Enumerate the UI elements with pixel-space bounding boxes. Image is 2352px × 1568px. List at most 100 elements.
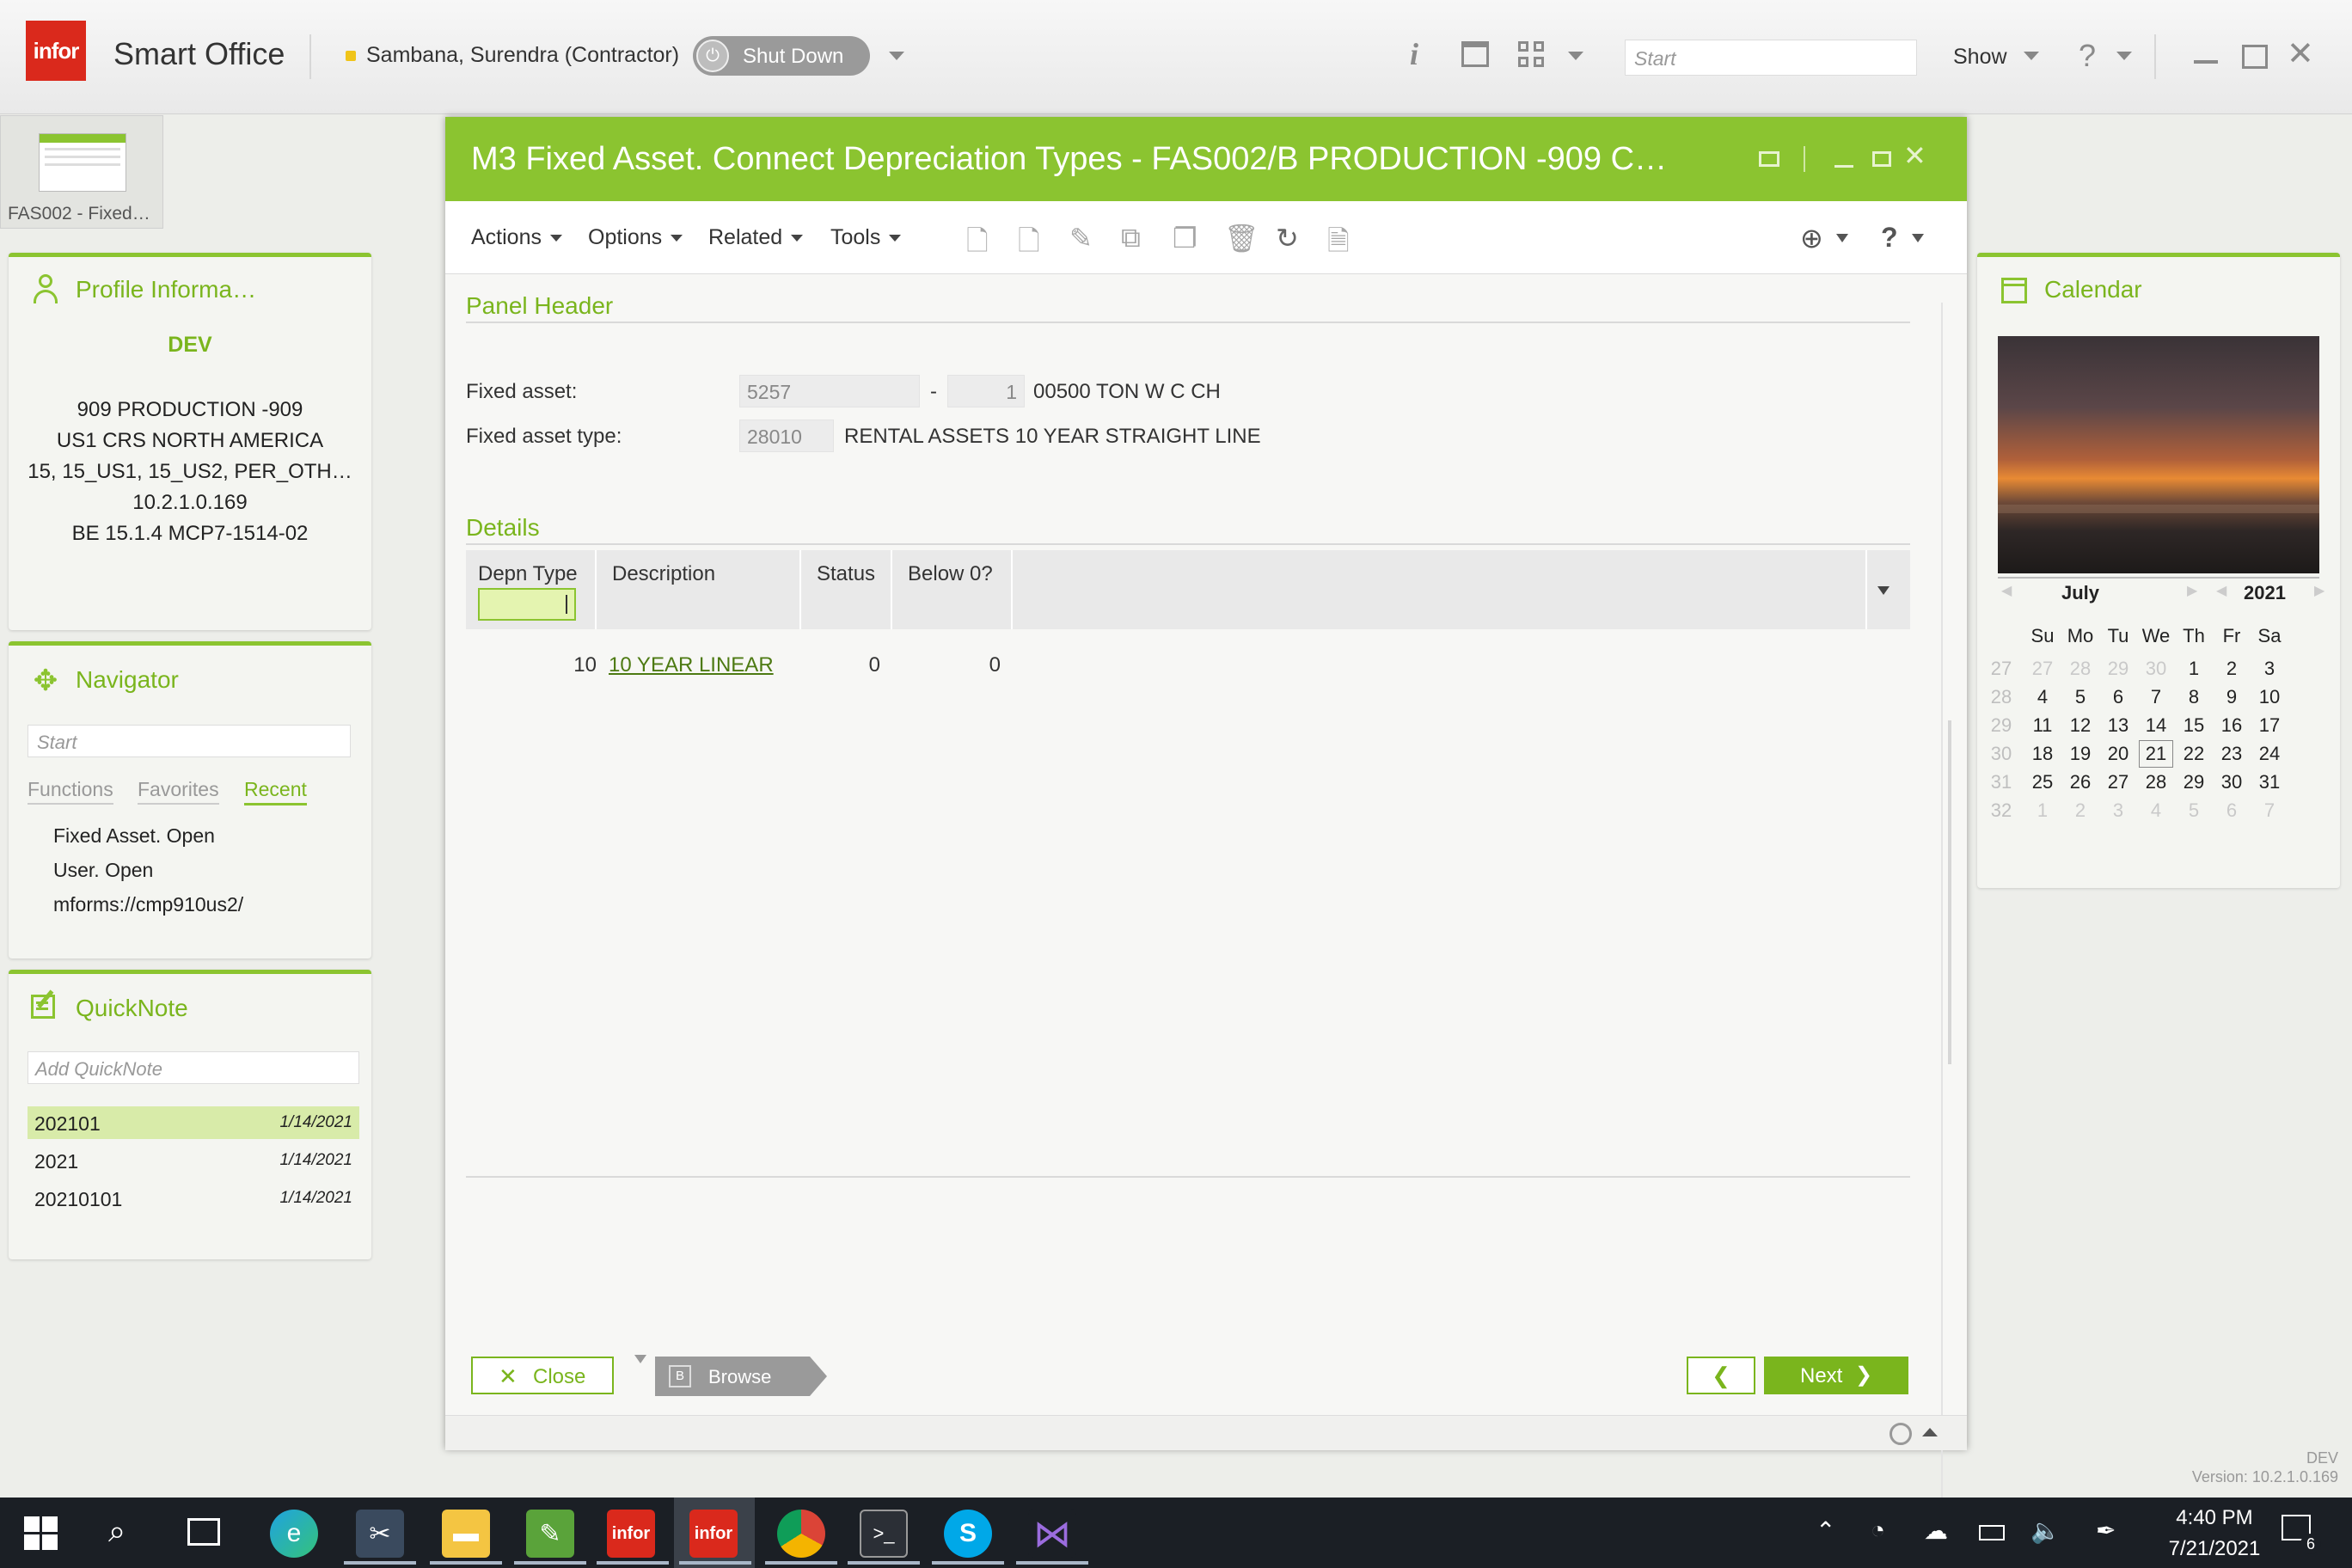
shutdown-button[interactable]: ⏻ Shut Down <box>693 36 870 76</box>
edge-browser-icon[interactable]: e <box>270 1510 318 1558</box>
close-icon[interactable]: ✕ <box>2287 34 2314 73</box>
calendar-day[interactable]: 15 <box>2177 714 2211 737</box>
calendar-day[interactable]: 19 <box>2063 743 2098 765</box>
year-label[interactable]: 2021 <box>2244 582 2286 604</box>
menu-tools[interactable]: Tools <box>830 225 902 250</box>
search-icon[interactable]: ⌕ <box>108 1513 126 1550</box>
calendar-day[interactable]: 4 <box>2025 686 2060 708</box>
open-window-tab[interactable]: FAS002 - Fixed… <box>0 115 163 229</box>
top-search-input[interactable]: Start <box>1625 40 1917 76</box>
calendar-day[interactable]: 20 <box>2101 743 2135 765</box>
calendar-day[interactable]: 28 <box>2063 658 2098 680</box>
battery-icon[interactable] <box>1979 1525 2005 1540</box>
calendar-day[interactable]: 23 <box>2214 743 2249 765</box>
calendar-day[interactable]: 29 <box>2101 658 2135 680</box>
calendar-day[interactable]: 29 <box>2177 771 2211 793</box>
popout-icon[interactable] <box>1759 151 1779 167</box>
quicknote-input[interactable]: Add QuickNote <box>28 1051 359 1084</box>
next-button[interactable]: Next ❯ <box>1764 1357 1908 1394</box>
column-chooser-icon[interactable] <box>1877 586 1890 595</box>
help-icon[interactable]: ? <box>1881 222 1898 254</box>
calendar-day[interactable]: 4 <box>2139 799 2173 822</box>
column-header-depn-type[interactable]: Depn Type <box>478 562 578 586</box>
history-icon[interactable] <box>1890 1423 1912 1445</box>
select-document-icon[interactable]: 🗋 <box>1018 222 1040 268</box>
shutdown-dropdown-icon[interactable] <box>889 52 904 60</box>
minimize-icon[interactable] <box>2194 60 2218 64</box>
list-item[interactable]: 20210101 1/14/2021 <box>28 1182 359 1215</box>
tab-recent[interactable]: Recent <box>244 778 307 805</box>
calendar-day[interactable]: 14 <box>2139 714 2173 737</box>
infor-app-icon[interactable]: infor <box>607 1510 655 1558</box>
calendar-day[interactable]: 5 <box>2177 799 2211 822</box>
prev-year-icon[interactable]: ◀ <box>2216 582 2226 599</box>
browse-panel-tab[interactable]: B Browse <box>655 1357 827 1396</box>
depn-type-filter-input[interactable] <box>478 588 576 621</box>
list-item[interactable]: 2021 1/14/2021 <box>28 1144 359 1177</box>
previous-button[interactable]: ❮ <box>1687 1357 1755 1394</box>
restore-icon[interactable] <box>2242 45 2268 69</box>
help-dropdown-icon[interactable] <box>1912 234 1924 242</box>
calendar-day[interactable]: 26 <box>2063 771 2098 793</box>
calendar-day[interactable]: 3 <box>2101 799 2135 822</box>
show-menu[interactable]: Show <box>1953 45 2007 70</box>
calendar-day[interactable]: 5 <box>2063 686 2098 708</box>
show-dropdown-icon[interactable] <box>2024 52 2039 60</box>
info-icon[interactable]: i <box>1410 36 1418 72</box>
calendar-day[interactable]: 10 <box>2252 686 2287 708</box>
cloud-icon[interactable]: ☁ <box>1924 1516 1948 1545</box>
calendar-day[interactable]: 16 <box>2214 714 2249 737</box>
calendar-day[interactable]: 25 <box>2025 771 2060 793</box>
calendar-day[interactable]: 2 <box>2063 799 2098 822</box>
menu-actions[interactable]: Actions <box>471 225 562 250</box>
month-label[interactable]: July <box>2061 582 2099 604</box>
task-view-icon[interactable] <box>187 1518 220 1546</box>
calendar-day[interactable]: 13 <box>2101 714 2135 737</box>
calendar-day[interactable]: 9 <box>2214 686 2249 708</box>
calendar-day[interactable]: 22 <box>2177 743 2211 765</box>
pen-icon[interactable]: ✒ <box>2096 1516 2116 1545</box>
scrollbar[interactable] <box>1948 720 1951 1064</box>
calendar-day-today[interactable]: 21 <box>2139 740 2173 768</box>
column-header-below-zero[interactable]: Below 0? <box>908 562 993 586</box>
calendar-day[interactable]: 2 <box>2214 658 2249 680</box>
chrome-icon[interactable] <box>777 1510 825 1558</box>
calendar-day[interactable]: 12 <box>2063 714 2098 737</box>
list-item[interactable]: mforms://cmp910us2/ <box>53 893 243 916</box>
edit-icon[interactable]: ✎ <box>1069 222 1093 254</box>
clock-date[interactable]: 7/21/2021 <box>2154 1537 2275 1561</box>
calendar-day[interactable]: 17 <box>2252 714 2287 737</box>
copy-icon[interactable]: ⧉ <box>1121 222 1141 254</box>
visual-studio-icon[interactable]: ⋈ <box>1028 1510 1076 1558</box>
close-button[interactable]: ✕ Close <box>471 1357 614 1394</box>
menu-related[interactable]: Related <box>708 225 804 250</box>
user-name[interactable]: Sambana, Surendra (Contractor) <box>366 43 679 68</box>
chevron-up-icon[interactable]: ⌃ <box>1816 1516 1835 1545</box>
calendar-day[interactable]: 6 <box>2214 799 2249 822</box>
calendar-day[interactable]: 28 <box>2139 771 2173 793</box>
volume-icon[interactable]: 🔈 <box>2030 1516 2061 1545</box>
list-item[interactable]: 202101 1/14/2021 <box>28 1106 359 1139</box>
minimize-icon[interactable] <box>1834 165 1853 168</box>
refresh-icon[interactable]: ↻ <box>1276 222 1299 254</box>
zoom-dropdown-icon[interactable] <box>1836 234 1848 242</box>
prev-month-icon[interactable]: ◀ <box>2001 582 2012 599</box>
maximize-icon[interactable] <box>1872 151 1891 167</box>
column-header-description[interactable]: Description <box>612 562 715 586</box>
calendar-day[interactable]: 27 <box>2101 771 2135 793</box>
clock-time[interactable]: 4:40 PM <box>2163 1506 2266 1530</box>
expand-up-icon[interactable] <box>1922 1428 1938 1436</box>
list-item[interactable]: User. Open <box>53 859 153 882</box>
notepad-icon[interactable]: ✎ <box>526 1510 574 1558</box>
column-header-status[interactable]: Status <box>817 562 875 586</box>
duplicate-icon[interactable]: ❐ <box>1173 222 1197 254</box>
file-explorer-icon[interactable]: ▬ <box>442 1510 490 1558</box>
delete-icon[interactable]: 🗑 <box>1224 222 1259 254</box>
next-year-icon[interactable]: ▶ <box>2314 582 2324 599</box>
snipping-tool-icon[interactable]: ✂ <box>356 1510 404 1558</box>
zoom-icon[interactable]: ⊕ <box>1800 222 1823 254</box>
calendar-day[interactable]: 30 <box>2139 658 2173 680</box>
calendar-day[interactable]: 18 <box>2025 743 2060 765</box>
grid-icon[interactable] <box>1518 41 1546 69</box>
new-document-icon[interactable]: 🗋 <box>966 222 989 268</box>
